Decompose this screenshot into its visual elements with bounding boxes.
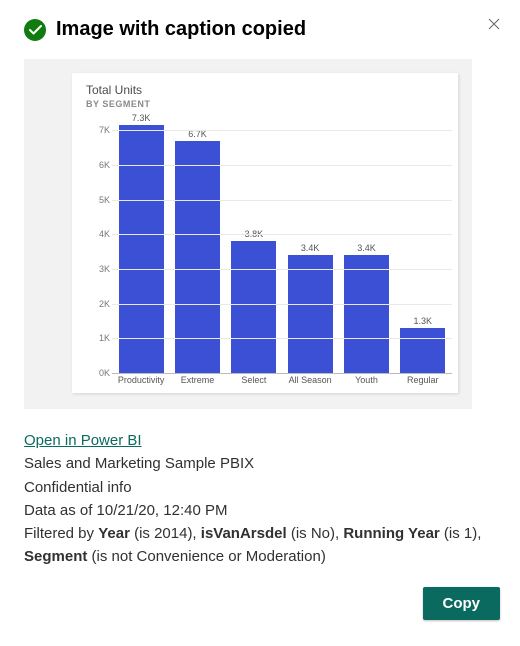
bar-data-label: 3.4K [357, 243, 376, 253]
x-tick: All Season [285, 373, 335, 385]
chart-inner: Total Units BY SEGMENT 0K1K2K3K4K5K6K7K … [86, 83, 452, 385]
y-tick: 5K [99, 195, 110, 205]
grid-line [112, 304, 452, 305]
dialog-title: Image with caption copied [56, 18, 306, 41]
filter-year-val: (is 2014), [130, 525, 201, 542]
filter-runningyear-label: Running Year [343, 525, 439, 542]
x-axis: Productivity Extreme Select All Season Youth… [112, 373, 452, 385]
close-icon [488, 18, 500, 30]
data-as-of: Data as of 10/21/20, 12:40 PM [24, 502, 227, 519]
x-tick: Regular [398, 373, 448, 385]
bar [344, 255, 389, 373]
chart-title: Total Units [86, 83, 452, 97]
bar-column: 7.3K [116, 113, 166, 373]
filter-segment-label: Segment [24, 548, 87, 565]
classification-label: Confidential info [24, 479, 132, 496]
check-circle-icon [24, 19, 46, 41]
x-tick: Select [229, 373, 279, 385]
filter-vanarsdel-label: isVanArsdel [201, 525, 287, 542]
grid-line [112, 338, 452, 339]
grid-line [112, 234, 452, 235]
chart-subtitle: BY SEGMENT [86, 99, 452, 109]
filter-segment-val: (is not Convenience or Moderation) [87, 548, 325, 565]
y-tick: 1K [99, 333, 110, 343]
filters-prefix: Filtered by [24, 525, 98, 542]
bar [119, 125, 164, 373]
filter-vanarsdel-val: (is No), [287, 525, 344, 542]
chart-card: Total Units BY SEGMENT 0K1K2K3K4K5K6K7K … [72, 73, 458, 393]
y-tick: 0K [99, 368, 110, 378]
x-tick: Youth [341, 373, 391, 385]
y-tick: 3K [99, 264, 110, 274]
bar [288, 255, 333, 373]
grid-line [112, 373, 452, 374]
bar-data-label: 1.3K [414, 316, 433, 326]
bar-column: 1.3K [398, 113, 448, 373]
y-tick: 4K [99, 229, 110, 239]
chart-preview-area: Total Units BY SEGMENT 0K1K2K3K4K5K6K7K … [24, 59, 472, 409]
y-axis: 0K1K2K3K4K5K6K7K [86, 113, 112, 373]
filter-year-label: Year [98, 525, 130, 542]
report-name: Sales and Marketing Sample PBIX [24, 455, 254, 472]
grid-line [112, 269, 452, 270]
bar-data-label: 3.4K [301, 243, 320, 253]
bar [400, 328, 445, 373]
open-in-powerbi-link[interactable]: Open in Power BI [24, 429, 142, 452]
bar-column: 3.4K [341, 113, 391, 373]
copy-confirmation-dialog: Image with caption copied Total Units BY… [0, 0, 520, 636]
bar [231, 241, 276, 373]
y-tick: 2K [99, 299, 110, 309]
grid-line [112, 200, 452, 201]
y-tick: 6K [99, 160, 110, 170]
x-tick: Extreme [172, 373, 222, 385]
bar-column: 3.4K [285, 113, 335, 373]
caption-block: Open in Power BI Sales and Marketing Sam… [24, 429, 500, 569]
copy-button[interactable]: Copy [423, 587, 501, 620]
bar-data-label: 7.3K [132, 113, 151, 123]
dialog-footer: Copy [24, 587, 500, 620]
bar-column: 6.7K [172, 113, 222, 373]
filter-runningyear-val: (is 1), [440, 525, 482, 542]
x-tick: Productivity [116, 373, 166, 385]
grid-line [112, 130, 452, 131]
dialog-header: Image with caption copied [24, 18, 500, 41]
filters-line: Filtered by Year (is 2014), isVanArsdel … [24, 525, 481, 565]
bar-column: 3.8K [229, 113, 279, 373]
y-tick: 7K [99, 125, 110, 135]
plot-area: 7.3K 6.7K3.8K 3.4K 3.4K 1.3K [112, 113, 452, 373]
close-button[interactable] [484, 14, 504, 34]
grid-line [112, 165, 452, 166]
